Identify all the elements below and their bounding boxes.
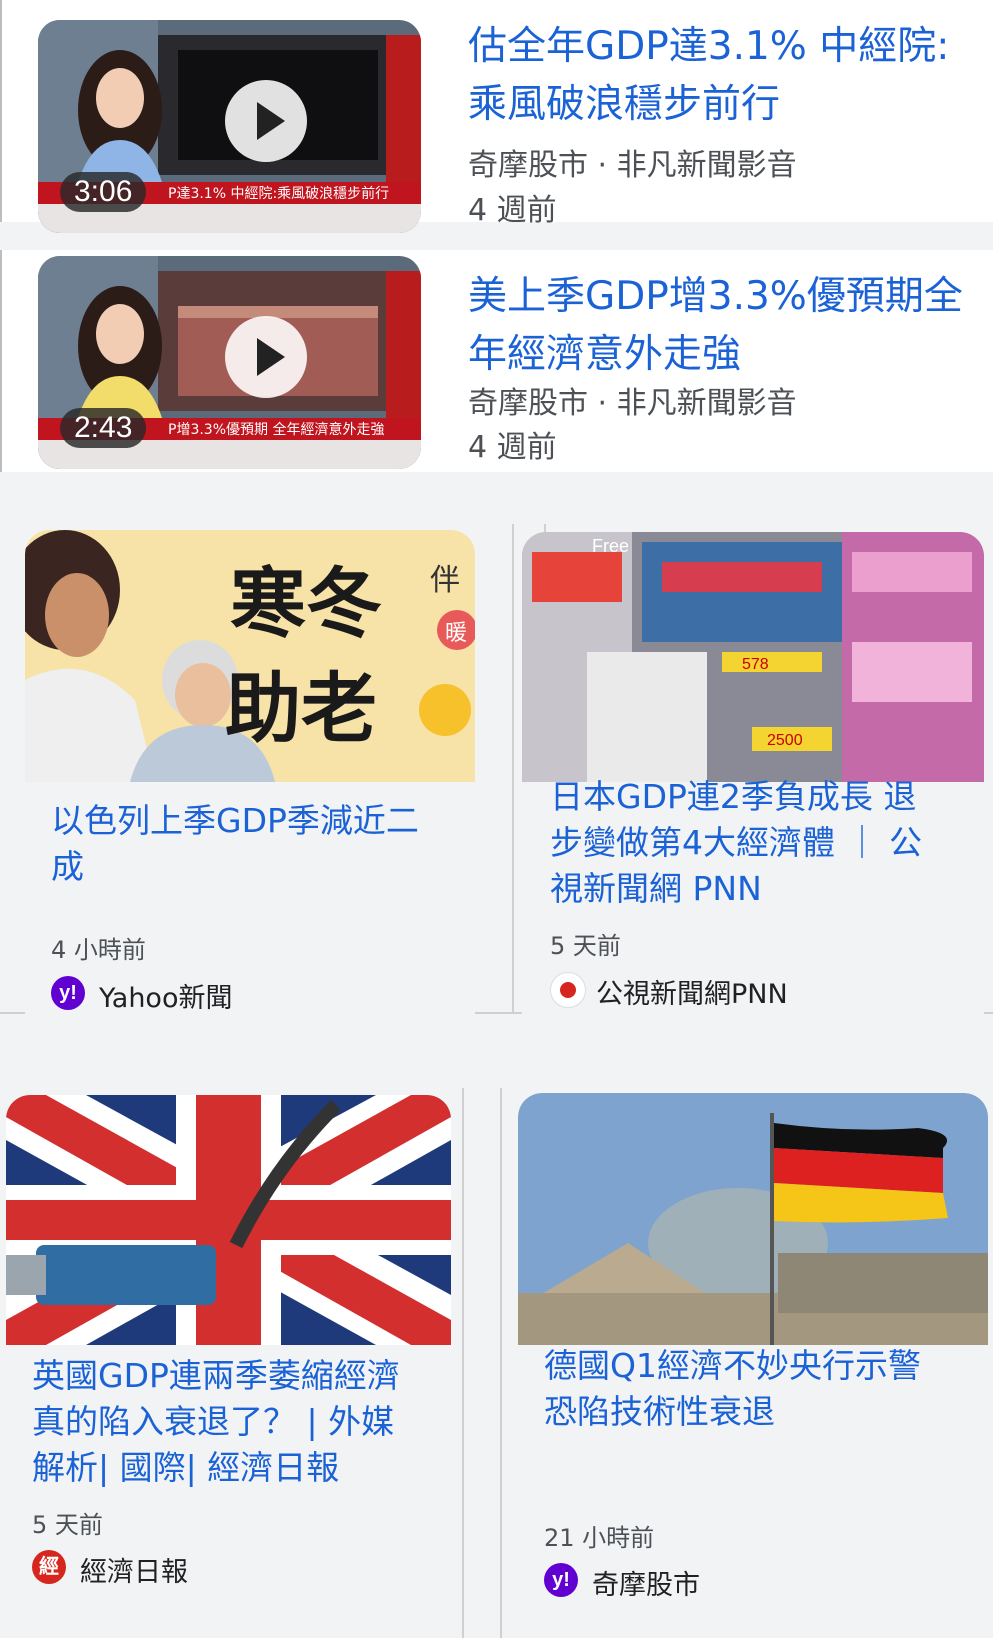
yahoo-logo-icon: y! xyxy=(51,976,85,1010)
svg-text:Free: Free xyxy=(592,536,629,556)
card-source: 經濟日報 xyxy=(80,1557,188,1588)
svg-text:2500: 2500 xyxy=(767,732,803,749)
card-time: 5 天前 xyxy=(550,932,621,960)
card-time: 4 小時前 xyxy=(51,936,146,964)
svg-text:助老: 助老 xyxy=(225,664,377,753)
uk-flag-plug-image xyxy=(6,1095,451,1345)
divider xyxy=(500,1088,502,1638)
card-source: 奇摩股市 xyxy=(592,1570,700,1601)
card-title[interactable]: 英國GDP連兩季萎縮經濟真的陷入衰退了？ | 外媒解析| 國際| 經濟日報 xyxy=(32,1353,417,1491)
video-thumbnail[interactable]: P達3.1% 中經院:乘風破浪穩步前行 3:06 xyxy=(38,20,421,233)
card-title[interactable]: 德國Q1經濟不妙央行示警恐陷技術性衰退 xyxy=(544,1343,944,1435)
card-title[interactable]: 以色列上季GDP季減近二成 xyxy=(51,798,431,890)
video-title[interactable]: 美上季GDP增3.3%優預期全年經濟意外走強 xyxy=(468,268,978,384)
video-title[interactable]: 估全年GDP達3.1% 中經院:乘風破浪穩步前行 xyxy=(468,18,978,134)
svg-text:P增3.3%優預期 全年經濟意外走強: P增3.3%優預期 全年經濟意外走強 xyxy=(168,421,384,438)
video-time: 4 週前 xyxy=(468,193,557,228)
yahoo-logo-icon: y! xyxy=(544,1563,578,1597)
japan-drugstore-image: Free 578 2500 xyxy=(522,532,984,782)
news-card-4[interactable]: 德國Q1經濟不妙央行示警恐陷技術性衰退 21 小時前 y! 奇摩股市 xyxy=(518,1093,988,1638)
pnn-logo-icon xyxy=(550,972,586,1008)
video-time: 4 週前 xyxy=(468,430,557,465)
card-title[interactable]: 日本GDP連2季負成長 退步變做第4大經濟體 ｜ 公視新聞網 PNN xyxy=(550,774,930,912)
winter-elderly-care-image: 寒冬 助老 伴 暖 xyxy=(25,530,475,782)
card-source: 公視新聞網PNN xyxy=(596,979,788,1010)
svg-text:伴: 伴 xyxy=(430,563,460,598)
card-source: Yahoo新聞 xyxy=(99,983,233,1014)
video-result-2[interactable]: P增3.3%優預期 全年經濟意外走強 2:43 美上季GDP增3.3%優預期全年… xyxy=(0,250,993,472)
play-icon[interactable] xyxy=(225,316,307,398)
udn-logo-icon: 經 xyxy=(32,1550,66,1584)
germany-reichstag-flag-image xyxy=(518,1093,988,1345)
video-source: 奇摩股市 · 非凡新聞影音 xyxy=(468,386,797,421)
play-icon[interactable] xyxy=(225,80,307,162)
svg-text:P達3.1% 中經院:乘風破浪穩步前行: P達3.1% 中經院:乘風破浪穩步前行 xyxy=(168,185,389,202)
divider xyxy=(512,524,514,1014)
video-result-1[interactable]: P達3.1% 中經院:乘風破浪穩步前行 3:06 估全年GDP達3.1% 中經院… xyxy=(0,0,993,233)
news-card-3[interactable]: 英國GDP連兩季萎縮經濟真的陷入衰退了？ | 外媒解析| 國際| 經濟日報 5 … xyxy=(6,1095,451,1638)
card-time: 21 小時前 xyxy=(544,1524,655,1552)
svg-text:寒冬: 寒冬 xyxy=(230,559,382,648)
video-thumbnail[interactable]: P增3.3%優預期 全年經濟意外走強 2:43 xyxy=(38,256,421,469)
video-duration: 2:43 xyxy=(60,408,147,448)
card-time: 5 天前 xyxy=(32,1511,103,1539)
news-card-2[interactable]: Free 578 2500 日本GDP連2季負成長 退步變做第4大經濟體 ｜ 公… xyxy=(522,532,984,1014)
video-duration: 3:06 xyxy=(60,172,147,212)
svg-text:暖: 暖 xyxy=(445,621,467,646)
news-card-1[interactable]: 寒冬 助老 伴 暖 以色列上季GDP季減近二成 4 小時前 y! Yahoo新聞 xyxy=(25,530,475,1014)
video-source: 奇摩股市 · 非凡新聞影音 xyxy=(468,148,797,183)
divider xyxy=(462,1088,464,1638)
svg-text:578: 578 xyxy=(742,656,769,673)
